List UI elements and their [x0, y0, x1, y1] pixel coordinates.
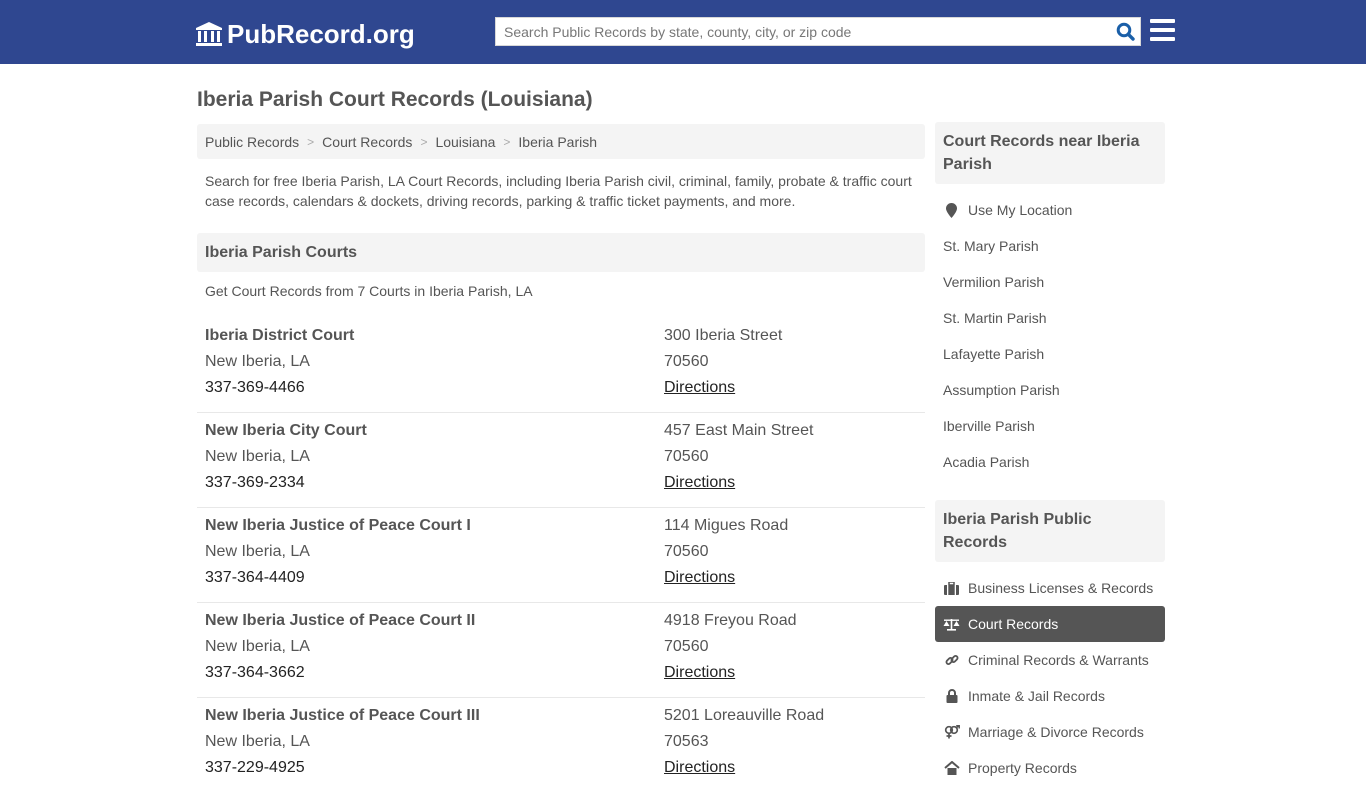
breadcrumb-separator: > [503, 134, 511, 149]
court-zip: 70560 [664, 543, 709, 560]
public-records-list: Business Licenses & Records Court Record… [935, 570, 1165, 786]
sidebar-item-label: Court Records [968, 616, 1059, 632]
nearby-item[interactable]: St. Martin Parish [935, 300, 1165, 336]
sidebar-item-criminal-records[interactable]: Criminal Records & Warrants [935, 642, 1165, 678]
scales-icon [943, 617, 960, 632]
nearby-item[interactable]: Lafayette Parish [935, 336, 1165, 372]
sidebar-item-label: Property Records [968, 760, 1077, 776]
court-name: New Iberia City Court [205, 422, 367, 439]
courts-section-heading: Iberia Parish Courts [197, 233, 925, 272]
bank-building-icon [196, 22, 222, 46]
court-item: Iberia District Court New Iberia, LA 337… [197, 318, 925, 413]
courts-list: Iberia District Court New Iberia, LA 337… [197, 318, 925, 793]
sidebar-item-marriage-records[interactable]: Marriage & Divorce Records [935, 714, 1165, 750]
search-icon [1116, 22, 1135, 41]
court-zip: 70560 [664, 353, 709, 370]
court-item: New Iberia City Court New Iberia, LA 337… [197, 413, 925, 508]
court-name: New Iberia Justice of Peace Court III [205, 707, 480, 724]
court-phone[interactable]: 337-364-3662 [205, 660, 664, 686]
use-my-location-link[interactable]: Use My Location [935, 192, 1165, 228]
sidebar-item-business-licenses[interactable]: Business Licenses & Records [935, 570, 1165, 606]
sidebar-item-label: Business Licenses & Records [968, 580, 1154, 596]
sidebar: Court Records near Iberia Parish Use My … [935, 122, 1165, 786]
public-records-heading: Iberia Parish Public Records [935, 500, 1165, 562]
court-zip: 70560 [664, 638, 709, 655]
nearby-item[interactable]: St. Mary Parish [935, 228, 1165, 264]
breadcrumb-court-records[interactable]: Court Records [322, 134, 412, 150]
directions-link[interactable]: Directions [664, 664, 735, 681]
sidebar-item-court-records[interactable]: Court Records [935, 606, 1165, 642]
sidebar-item-label: Marriage & Divorce Records [968, 724, 1144, 740]
court-city: New Iberia, LA [205, 733, 310, 750]
nearby-item[interactable]: Vermilion Parish [935, 264, 1165, 300]
court-zip: 70563 [664, 733, 709, 750]
nearby-list: Use My Location St. Mary Parish Vermilio… [935, 192, 1165, 480]
court-zip: 70560 [664, 448, 709, 465]
briefcase-icon [943, 581, 960, 596]
court-address: 300 Iberia Street [664, 327, 783, 344]
hamburger-menu-button[interactable] [1150, 19, 1175, 41]
top-navbar: PubRecord.org [0, 0, 1366, 64]
search-input[interactable] [496, 18, 1110, 45]
court-address: 457 East Main Street [664, 422, 814, 439]
court-phone[interactable]: 337-369-2334 [205, 470, 664, 496]
search-button[interactable] [1110, 18, 1140, 45]
courts-section-subheading: Get Court Records from 7 Courts in Iberi… [205, 283, 533, 299]
directions-link[interactable]: Directions [664, 379, 735, 396]
page-title: Iberia Parish Court Records (Louisiana) [197, 88, 593, 111]
court-name: New Iberia Justice of Peace Court I [205, 517, 471, 534]
main-content: Public Records > Court Records > Louisia… [197, 124, 925, 793]
breadcrumb-iberia-parish[interactable]: Iberia Parish [518, 134, 597, 150]
sidebar-item-label: Criminal Records & Warrants [968, 652, 1149, 668]
nearby-item[interactable]: Acadia Parish [935, 444, 1165, 480]
menu-bar [1150, 19, 1175, 23]
breadcrumb-separator: > [307, 134, 315, 149]
court-item: New Iberia Justice of Peace Court III Ne… [197, 698, 925, 793]
breadcrumb-louisiana[interactable]: Louisiana [435, 134, 495, 150]
court-phone[interactable]: 337-364-4409 [205, 565, 664, 591]
menu-bar [1150, 28, 1175, 32]
lock-icon [943, 689, 960, 704]
site-logo[interactable]: PubRecord.org [195, 18, 415, 50]
court-address: 114 Migues Road [664, 517, 789, 534]
breadcrumb: Public Records > Court Records > Louisia… [197, 124, 925, 159]
court-city: New Iberia, LA [205, 543, 310, 560]
court-item: New Iberia Justice of Peace Court I New … [197, 508, 925, 603]
breadcrumb-separator: > [420, 134, 428, 149]
venus-mars-icon [943, 725, 960, 740]
sidebar-item-inmate-records[interactable]: Inmate & Jail Records [935, 678, 1165, 714]
breadcrumb-public-records[interactable]: Public Records [205, 134, 299, 150]
directions-link[interactable]: Directions [664, 474, 735, 491]
court-city: New Iberia, LA [205, 448, 310, 465]
court-address: 4918 Freyou Road [664, 612, 797, 629]
nearby-item[interactable]: Assumption Parish [935, 372, 1165, 408]
court-city: New Iberia, LA [205, 353, 310, 370]
court-item: New Iberia Justice of Peace Court II New… [197, 603, 925, 698]
search-bar [495, 17, 1141, 46]
intro-text: Search for free Iberia Parish, LA Court … [205, 173, 912, 209]
sidebar-item-property-records[interactable]: Property Records [935, 750, 1165, 786]
nearby-item[interactable]: Iberville Parish [935, 408, 1165, 444]
court-city: New Iberia, LA [205, 638, 310, 655]
home-icon [943, 761, 960, 776]
court-phone[interactable]: 337-229-4925 [205, 755, 664, 781]
court-address: 5201 Loreauville Road [664, 707, 825, 724]
link-icon [943, 653, 960, 668]
sidebar-item-label: Inmate & Jail Records [968, 688, 1105, 704]
logo-text: PubRecord.org [227, 18, 415, 49]
use-my-location-label: Use My Location [968, 202, 1073, 218]
directions-link[interactable]: Directions [664, 569, 735, 586]
menu-bar [1150, 37, 1175, 41]
court-phone[interactable]: 337-369-4466 [205, 375, 664, 401]
court-name: Iberia District Court [205, 327, 355, 344]
map-marker-icon [943, 202, 960, 218]
court-name: New Iberia Justice of Peace Court II [205, 612, 476, 629]
nearby-heading: Court Records near Iberia Parish [935, 122, 1165, 184]
